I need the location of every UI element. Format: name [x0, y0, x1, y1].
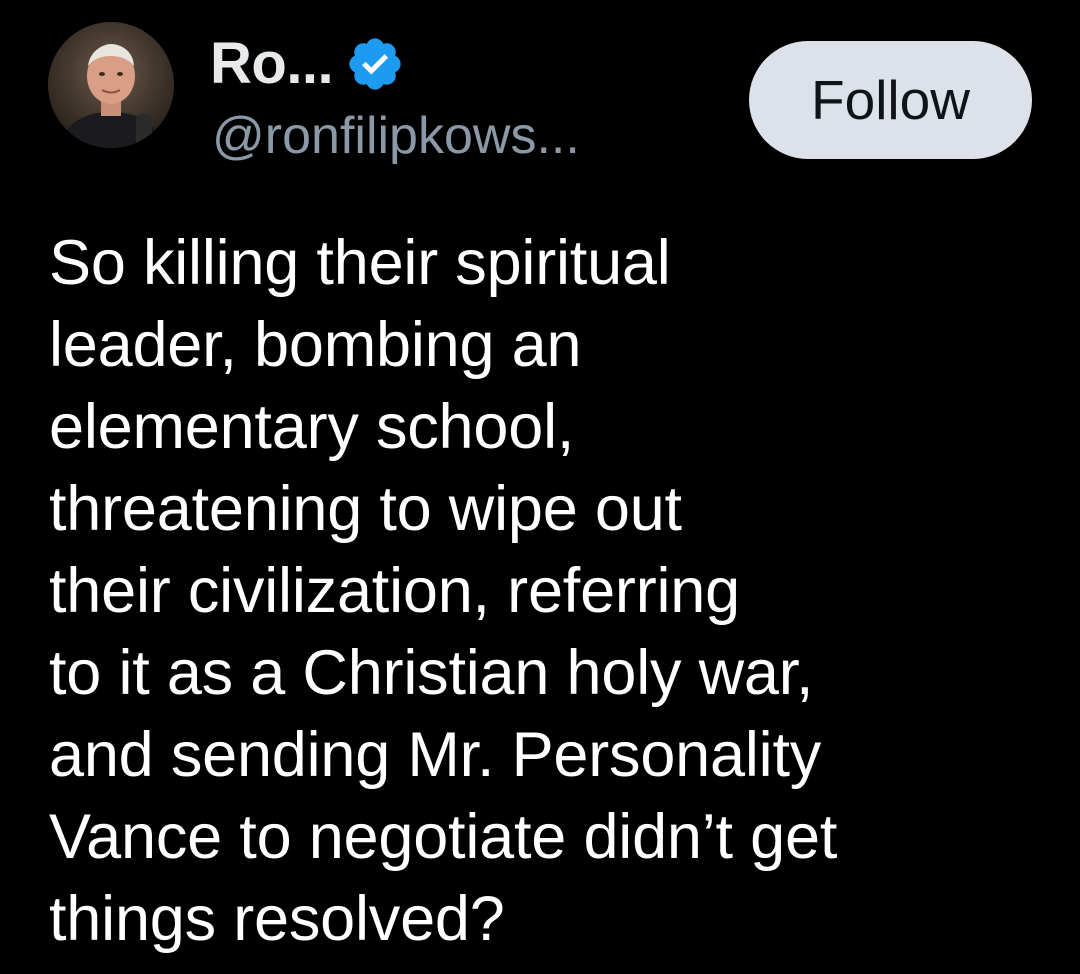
display-name[interactable]: Ro... — [210, 35, 334, 93]
author-name-row[interactable]: Ro... — [210, 28, 405, 100]
follow-button[interactable]: Follow — [749, 41, 1032, 159]
avatar[interactable] — [48, 22, 174, 148]
author-handle[interactable]: @ronfilipkows... — [212, 110, 580, 162]
post-text: So killing their spiritual leader, bombi… — [49, 228, 838, 954]
verified-badge-icon — [345, 34, 405, 94]
avatar-image — [48, 22, 174, 148]
post-card: Ro... @ronfilipkows... Follow So killing… — [0, 0, 1080, 974]
